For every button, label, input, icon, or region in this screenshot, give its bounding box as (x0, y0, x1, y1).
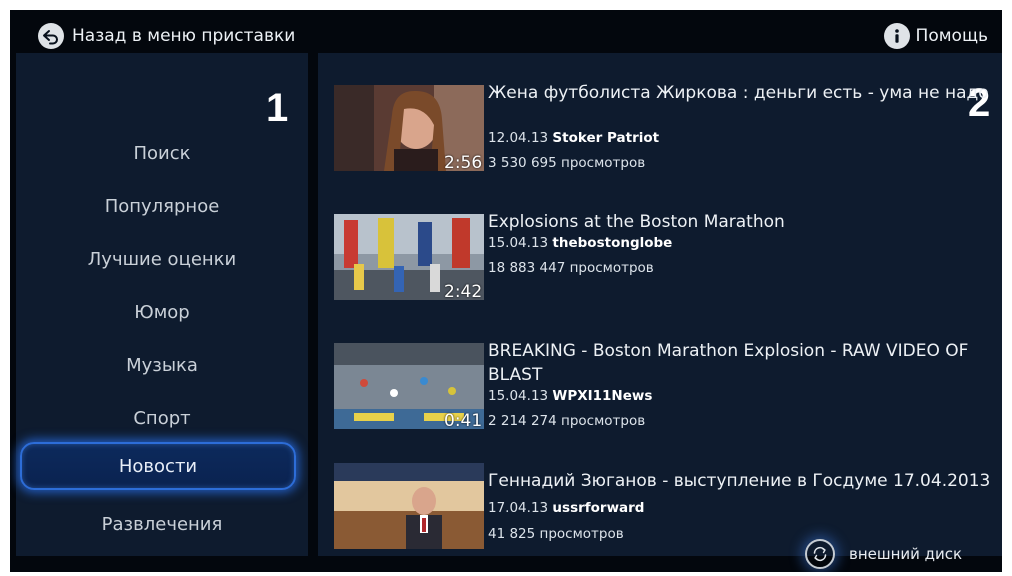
video-date-author: 17.04.13 ussrforward (488, 500, 644, 516)
menu-item-label: Поиск (133, 142, 191, 164)
menu-item-label: Спорт (133, 407, 191, 429)
help-label: Помощь (915, 26, 988, 46)
external-disk-label: внешний диск (849, 545, 963, 563)
menu-item-entertainment[interactable]: Развлечения (16, 502, 308, 546)
refresh-icon (805, 539, 835, 569)
video-title: Геннадий Зюганов - выступление в Госдуме… (488, 471, 991, 491)
video-views: 2 214 274 просмотров (488, 413, 646, 429)
menu-item-music[interactable]: Музыка (16, 343, 308, 387)
video-date-author: 15.04.13 WPXI11News (488, 388, 652, 404)
video-title: Жена футболиста Жиркова : деньги есть - … (488, 83, 989, 103)
video-views: 41 825 просмотров (488, 526, 624, 542)
video-duration: 2:56 (444, 153, 483, 173)
video-date: 17.04.13 (488, 500, 549, 516)
tv-screen: Назад в меню приставки Помощь 1 Поиск По… (10, 10, 1002, 572)
menu-item-sport[interactable]: Спорт (16, 396, 308, 440)
menu-item-top-rated[interactable]: Лучшие оценки (16, 237, 308, 281)
help-button[interactable]: Помощь (883, 22, 988, 50)
menu-item-label: Развлечения (101, 513, 223, 535)
menu-item-news[interactable]: Новости (20, 442, 296, 490)
menu-item-label: Юмор (134, 301, 190, 323)
video-thumbnail (334, 463, 484, 549)
video-author: Stoker Patriot (552, 130, 660, 146)
video-item[interactable]: 0:41 BREAKING - Boston Marathon Explosio… (334, 341, 994, 433)
video-date-author: 15.04.13 thebostonglobe (488, 235, 672, 251)
menu-item-label: Лучшие оценки (87, 248, 237, 270)
menu-item-label: Музыка (126, 354, 198, 376)
back-label: Назад в меню приставки (72, 26, 296, 46)
video-title: Explosions at the Boston Marathon (488, 212, 785, 232)
video-views: 3 530 695 просмотров (488, 155, 646, 171)
video-duration: 0:41 (444, 411, 483, 431)
menu-item-humor[interactable]: Юмор (16, 290, 308, 334)
back-arrow-icon (38, 23, 64, 49)
panel-number-1: 1 (266, 86, 289, 130)
category-panel: 1 Поиск Популярное Лучшие оценки Юмор Му… (16, 53, 308, 556)
menu-item-label: Популярное (104, 195, 220, 217)
video-date-author: 12.04.13 Stoker Patriot (488, 130, 659, 146)
video-date: 15.04.13 (488, 388, 549, 404)
video-list-panel: 2 2:56 Жена футболиста Жиркова : деньги … (318, 53, 1002, 556)
video-author: WPXI11News (552, 388, 653, 404)
external-disk-button[interactable]: внешний диск (805, 538, 962, 570)
info-icon (883, 23, 910, 49)
video-date: 15.04.13 (488, 235, 549, 251)
menu-item-search[interactable]: Поиск (16, 131, 308, 175)
video-date: 12.04.13 (488, 130, 549, 146)
video-author: thebostonglobe (552, 235, 673, 251)
back-to-menu-button[interactable]: Назад в меню приставки (38, 22, 295, 50)
video-views: 18 883 447 просмотров (488, 260, 654, 276)
video-duration: 2:42 (444, 282, 483, 302)
menu-item-label: Новости (118, 455, 198, 477)
menu-item-popular[interactable]: Популярное (16, 184, 308, 228)
video-title: BREAKING - Boston Marathon Explosion - R… (488, 341, 969, 385)
video-author: ussrforward (552, 500, 645, 516)
top-bar: Назад в меню приставки Помощь (10, 10, 1002, 54)
video-item[interactable]: 2:42 Explosions at the Boston Marathon 1… (334, 212, 994, 304)
video-item[interactable]: 2:56 Жена футболиста Жиркова : деньги ес… (334, 83, 994, 175)
